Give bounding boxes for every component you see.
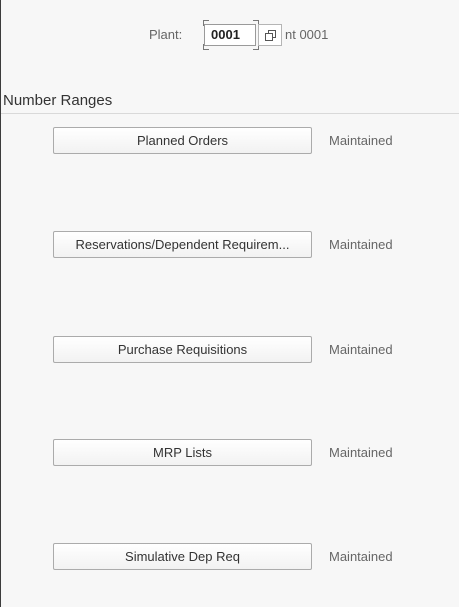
number-ranges-panel: Plant: 0001 nt 0001 Number Ranges Planne…	[0, 0, 459, 607]
section-title: Number Ranges	[3, 92, 113, 109]
plant-label: Plant:	[149, 27, 183, 42]
section-divider	[1, 113, 459, 114]
plant-description: nt 0001	[285, 27, 329, 42]
reservations-button[interactable]: Reservations/Dependent Requirem...	[53, 231, 312, 258]
number-range-row-planned-orders: Planned Orders Maintained	[1, 127, 459, 155]
status-text: Maintained	[329, 342, 393, 357]
plant-input[interactable]: 0001	[204, 24, 256, 46]
copy-icon	[265, 30, 276, 41]
status-text: Maintained	[329, 237, 393, 252]
value-help-button[interactable]	[258, 24, 282, 46]
number-range-row-mrp-lists: MRP Lists Maintained	[1, 439, 459, 467]
status-text: Maintained	[329, 549, 393, 564]
status-text: Maintained	[329, 133, 393, 148]
number-range-row-reservations: Reservations/Dependent Requirem... Maint…	[1, 231, 459, 259]
mrp-lists-button[interactable]: MRP Lists	[53, 439, 312, 466]
status-text: Maintained	[329, 445, 393, 460]
purchase-requisitions-button[interactable]: Purchase Requisitions	[53, 336, 312, 363]
planned-orders-button[interactable]: Planned Orders	[53, 127, 312, 154]
number-range-row-purchase-requisitions: Purchase Requisitions Maintained	[1, 336, 459, 364]
plant-field-row: Plant: 0001 nt 0001	[1, 18, 459, 52]
simulative-dep-req-button[interactable]: Simulative Dep Req	[53, 543, 312, 570]
number-range-row-simulative-dep-req: Simulative Dep Req Maintained	[1, 543, 459, 571]
plant-input-wrapper[interactable]: 0001	[203, 20, 259, 50]
